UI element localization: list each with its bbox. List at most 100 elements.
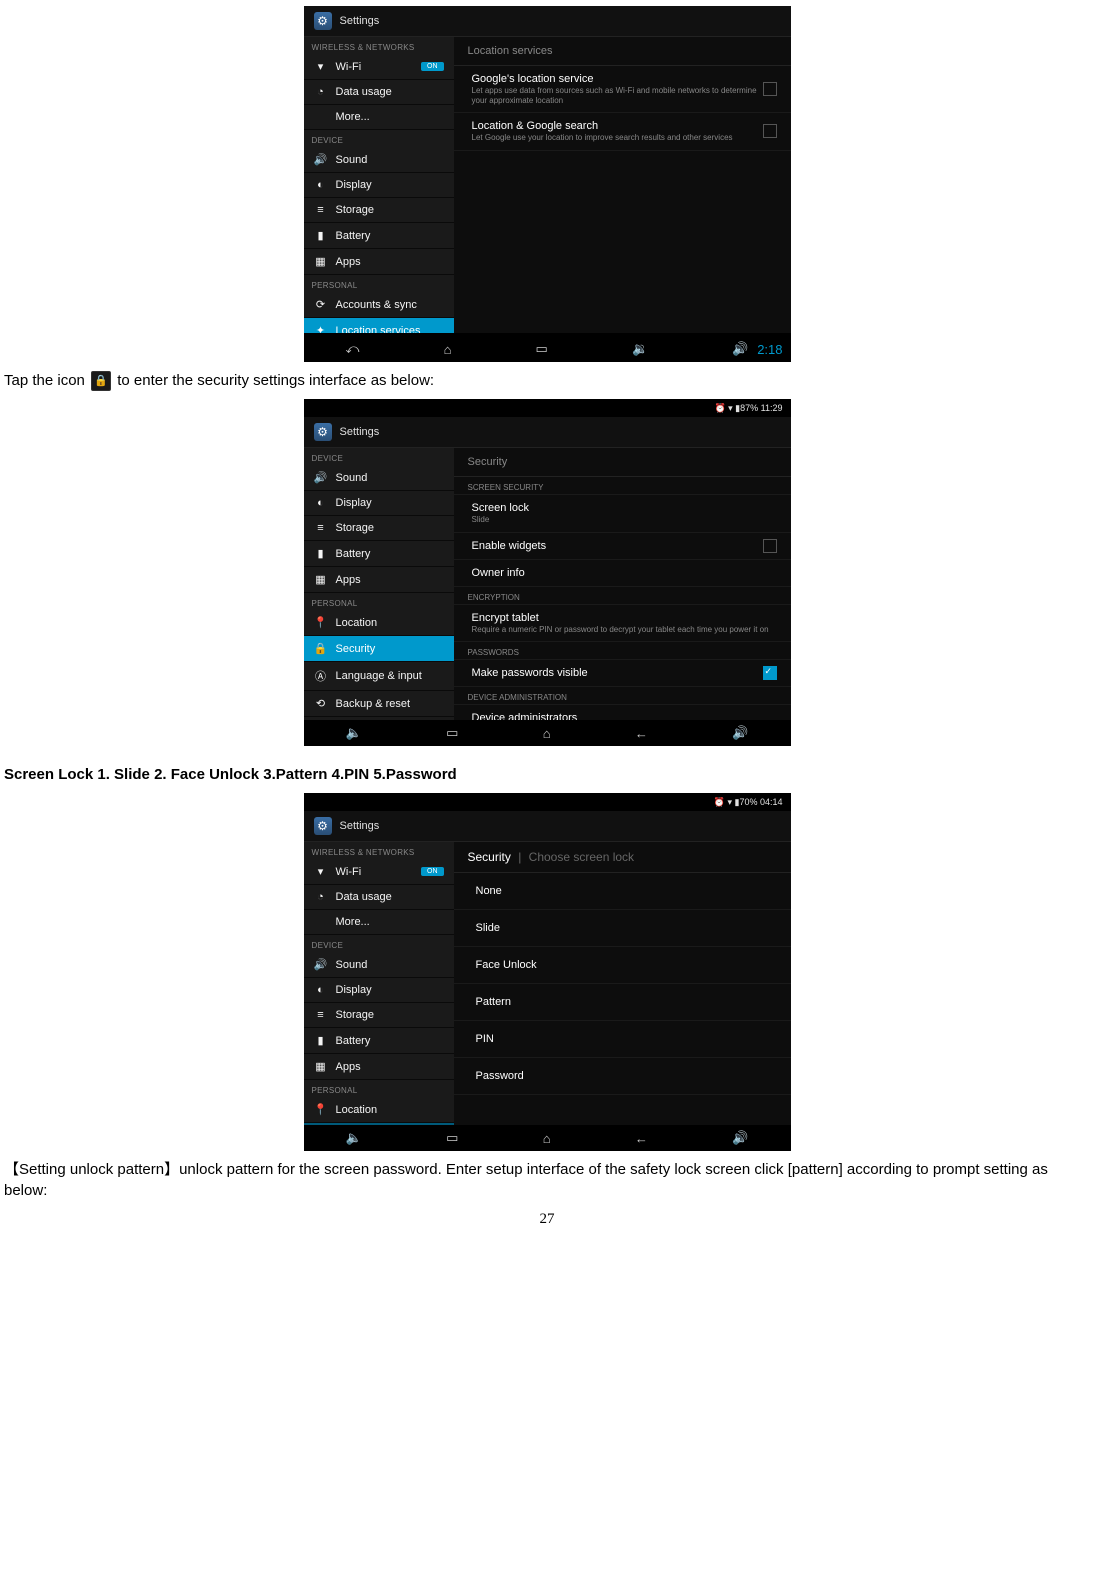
sidebar-item-battery[interactable]: ▮Battery (304, 1028, 454, 1054)
sidebar-item-storage[interactable]: ≡Storage (304, 198, 454, 223)
section-device: DEVICE (304, 935, 454, 952)
display-icon: ◐ (314, 497, 328, 509)
encrypt-tablet[interactable]: Encrypt tablet Require a numeric PIN or … (454, 605, 791, 643)
sidebar-item-storage[interactable]: ≡Storage (304, 1003, 454, 1028)
sidebar-item-display[interactable]: ◐Display (304, 491, 454, 516)
settings-title: Settings (340, 426, 380, 438)
home-icon[interactable]: ⌂ (444, 342, 452, 357)
sidebar-item-backup-reset[interactable]: ⟲Backup & reset (304, 691, 454, 717)
sidebar-item-wifi[interactable]: ▾ Wi-Fi ON (304, 54, 454, 80)
section-personal: PERSONAL (304, 1080, 454, 1097)
passwords-visible-checkbox[interactable] (763, 666, 777, 680)
vol-icon2[interactable]: 🔊 (732, 725, 748, 741)
sidebar-item-apps[interactable]: ▦Apps (304, 249, 454, 275)
sidebar-item-more[interactable]: More... (304, 105, 454, 130)
back-icon[interactable]: ← (635, 1131, 648, 1146)
wifi-toggle[interactable]: ON (421, 867, 444, 876)
sidebar-item-display[interactable]: ◐Display (304, 978, 454, 1003)
more-label: More... (336, 111, 370, 123)
battery-icon: ▮ (314, 229, 328, 242)
owner-info[interactable]: Owner info (454, 560, 791, 587)
back-icon[interactable]: ← (635, 726, 648, 741)
lock-option-slide[interactable]: Slide (454, 910, 791, 947)
sidebar-item-more[interactable]: More... (304, 910, 454, 935)
vol-icon2[interactable]: 🔊 (732, 1130, 748, 1146)
sidebar-item-sound[interactable]: 🔊Sound (304, 147, 454, 173)
wifi-toggle[interactable]: ON (421, 62, 444, 71)
main-panel: Security | Choose screen lock None Slide… (454, 842, 791, 1126)
sidebar-item-security[interactable]: 🔒Security (304, 636, 454, 662)
data-usage-label: Data usage (336, 86, 392, 98)
sidebar-item-sound[interactable]: 🔊Sound (304, 465, 454, 491)
settings-sidebar: DEVICE 🔊Sound ◐Display ≡Storage ▮Battery… (304, 448, 454, 721)
nav-bar: ⤺ ⌂ ▭ 🔉 🔊 2:18 (304, 336, 791, 362)
page-number: 27 (0, 1211, 1094, 1228)
nav-bar: 🔈 ▭ ⌂ ← 🔊 (304, 1125, 791, 1151)
home-icon[interactable]: ⌂ (543, 1131, 551, 1146)
sidebar-item-battery[interactable]: ▮Battery (304, 223, 454, 249)
section-device-admin: DEVICE ADMINISTRATION (454, 687, 791, 705)
storage-icon: ≡ (314, 1009, 328, 1021)
google-search-checkbox[interactable] (763, 124, 777, 138)
section-wireless: WIRELESS & NETWORKS (304, 37, 454, 54)
lock-option-pattern[interactable]: Pattern (454, 984, 791, 1021)
location-icon: 📍 (314, 1103, 328, 1116)
section-personal: PERSONAL (304, 593, 454, 610)
sidebar-item-display[interactable]: ◐Display (304, 173, 454, 198)
sidebar-item-wifi[interactable]: ▾ Wi-Fi ON (304, 859, 454, 885)
sidebar-item-accounts-sync[interactable]: ⟳Accounts & sync (304, 292, 454, 318)
sidebar-item-battery[interactable]: ▮Battery (304, 541, 454, 567)
screen-lock[interactable]: Screen lock Slide (454, 495, 791, 533)
sidebar-item-apps[interactable]: ▦Apps (304, 567, 454, 593)
settings-title: Settings (340, 820, 380, 832)
google-location-checkbox[interactable] (763, 82, 777, 96)
section-device: DEVICE (304, 130, 454, 147)
vol-up-icon[interactable]: 🔊 (732, 341, 748, 357)
section-screen-security: SCREEN SECURITY (454, 477, 791, 495)
doc-tap-icon-text: Tap the icon 🔒 to enter the security set… (0, 368, 1094, 393)
sidebar-item-location[interactable]: 📍Location (304, 610, 454, 636)
nav-bar: 🔈 ▭ ⌂ ← 🔊 (304, 720, 791, 746)
settings-title: Settings (340, 15, 380, 27)
display-icon: ◐ (314, 179, 328, 191)
lock-option-password[interactable]: Password (454, 1058, 791, 1095)
location-icon: ✦ (314, 324, 328, 333)
recent-icon[interactable]: ▭ (446, 725, 458, 741)
data-usage-icon: ◔ (314, 891, 328, 903)
doc-screen-lock-heading: Screen Lock 1. Slide 2. Face Unlock 3.Pa… (0, 762, 1094, 787)
apps-icon: ▦ (314, 573, 328, 586)
sidebar-item-language-input[interactable]: ⒶLanguage & input (304, 662, 454, 691)
vol-icon[interactable]: 🔈 (346, 1130, 362, 1146)
main-panel: Location services Google's location serv… (454, 37, 791, 333)
sidebar-item-data-usage[interactable]: ◔ Data usage (304, 80, 454, 105)
main-header: Location services (454, 37, 791, 66)
google-location-service[interactable]: Google's location service Let apps use d… (454, 66, 791, 113)
sound-icon: 🔊 (314, 471, 328, 484)
settings-titlebar: ⚙ Settings (304, 811, 791, 842)
lock-option-face-unlock[interactable]: Face Unlock (454, 947, 791, 984)
apps-icon: ▦ (314, 1060, 328, 1073)
enable-widgets[interactable]: Enable widgets (454, 533, 791, 560)
sound-icon: 🔊 (314, 958, 328, 971)
recent-icon[interactable]: ▭ (536, 341, 548, 357)
sidebar-item-storage[interactable]: ≡Storage (304, 516, 454, 541)
location-google-search[interactable]: Location & Google search Let Google use … (454, 113, 791, 151)
screenshot-location-services: ⚙ Settings WIRELESS & NETWORKS ▾ Wi-Fi O… (304, 6, 791, 362)
recent-icon[interactable]: ▭ (446, 1130, 458, 1146)
vol-down-icon[interactable]: 🔉 (632, 341, 648, 357)
lock-option-pin[interactable]: PIN (454, 1021, 791, 1058)
vol-icon[interactable]: 🔈 (346, 725, 362, 741)
sidebar-item-sound[interactable]: 🔊Sound (304, 952, 454, 978)
sidebar-item-location[interactable]: 📍Location (304, 1097, 454, 1123)
settings-titlebar: ⚙ Settings (304, 417, 791, 448)
device-administrators[interactable]: Device administrators View or deactivate… (454, 705, 791, 721)
enable-widgets-checkbox[interactable] (763, 539, 777, 553)
make-passwords-visible[interactable]: Make passwords visible (454, 660, 791, 687)
sidebar-item-location-services[interactable]: ✦Location services (304, 318, 454, 333)
lock-icon: 🔒 (314, 642, 328, 655)
back-icon[interactable]: ⤺ (346, 341, 360, 357)
sidebar-item-apps[interactable]: ▦Apps (304, 1054, 454, 1080)
sidebar-item-data-usage[interactable]: ◔Data usage (304, 885, 454, 910)
home-icon[interactable]: ⌂ (543, 726, 551, 741)
lock-option-none[interactable]: None (454, 873, 791, 910)
